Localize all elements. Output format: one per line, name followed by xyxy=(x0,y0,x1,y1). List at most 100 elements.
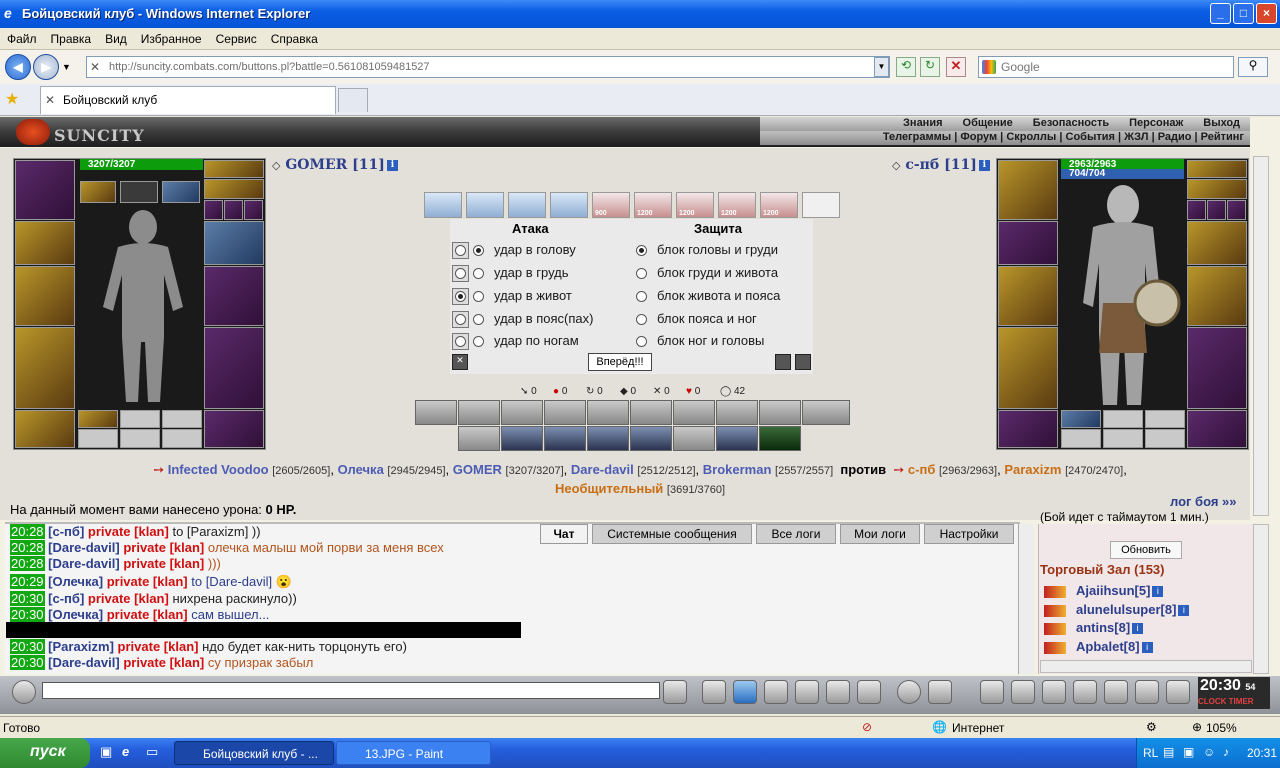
rune-slot-1[interactable] xyxy=(204,160,264,178)
page-scrollbar[interactable] xyxy=(1253,156,1269,516)
attack-radio[interactable] xyxy=(473,314,484,326)
chat-time[interactable]: 20:30 xyxy=(10,591,45,606)
volume-icon[interactable]: ♪ xyxy=(1223,745,1229,759)
quest-icon[interactable] xyxy=(1011,680,1035,704)
participant-name[interactable]: GOMER xyxy=(453,462,502,477)
nav-knowledge[interactable]: Знания xyxy=(903,117,942,129)
participant-name[interactable]: с-пб xyxy=(908,462,935,477)
skill-slot[interactable] xyxy=(673,400,715,425)
heal-scroll-4[interactable]: 1200 xyxy=(718,192,756,218)
participant-name[interactable]: Олечка xyxy=(338,462,384,477)
chat-private[interactable]: private [klan] xyxy=(88,524,169,539)
tab-active[interactable]: ✕ Бойцовский клуб xyxy=(40,86,336,114)
attack-radio[interactable] xyxy=(473,268,484,280)
game-nav-secondary[interactable]: Телеграммы | Форум | Скроллы | События |… xyxy=(760,131,1250,145)
enemy-belt-slot[interactable] xyxy=(998,410,1058,448)
shield-skill-slot[interactable] xyxy=(544,426,586,451)
refresh-battle-icon[interactable] xyxy=(775,354,791,370)
chat-private[interactable]: private [klan] xyxy=(123,655,204,670)
attack-checkbox[interactable] xyxy=(452,311,469,329)
sound-icon[interactable] xyxy=(857,680,881,704)
chat-scrollbar[interactable] xyxy=(1018,524,1034,674)
pocket-slot-1[interactable] xyxy=(78,410,118,428)
user-name[interactable]: Ajaiihsun[5] xyxy=(1076,583,1150,598)
enemy-rune-slot-2[interactable] xyxy=(1187,179,1247,199)
chat-private[interactable]: private [klan] xyxy=(118,639,199,654)
chat-private[interactable]: private [klan] xyxy=(123,540,204,555)
tray-app-icon[interactable]: ▣ xyxy=(1183,745,1194,759)
network-icon[interactable]: ▤ xyxy=(1163,745,1174,759)
taskbar-paint-window[interactable]: 13.JPG - Paint xyxy=(336,741,491,765)
language-indicator[interactable]: RL xyxy=(1143,746,1158,760)
shield-skill-slot[interactable] xyxy=(501,426,543,451)
maximize-button[interactable]: □ xyxy=(1233,3,1254,24)
skill-slot[interactable] xyxy=(673,426,715,451)
send-icon[interactable] xyxy=(663,680,687,704)
amulet-slot[interactable] xyxy=(80,181,116,203)
user-info-icon[interactable]: i xyxy=(1141,642,1153,654)
chat-time[interactable]: 20:30 xyxy=(10,639,45,654)
taskbar-ie-window[interactable]: Бойцовский клуб - ... xyxy=(174,741,334,765)
heal-scroll-3[interactable]: 1200 xyxy=(676,192,714,218)
skill-slot[interactable] xyxy=(716,400,758,425)
user-row[interactable]: Apbalet[8] i xyxy=(1044,639,1153,654)
bank-icon[interactable] xyxy=(1104,680,1128,704)
attack-radio[interactable] xyxy=(473,245,484,257)
chat-time[interactable]: 20:28 xyxy=(10,556,45,571)
participant-name[interactable]: Необщительный xyxy=(555,481,663,496)
armor-slot[interactable] xyxy=(15,327,75,409)
attack-row-waist[interactable]: удар в пояс(пах) xyxy=(452,311,593,329)
smiley-icon[interactable] xyxy=(897,680,921,704)
skill-slot[interactable] xyxy=(458,426,500,451)
auto-battle-icon[interactable] xyxy=(795,354,811,370)
skill-slot[interactable] xyxy=(544,400,586,425)
clear-icon[interactable] xyxy=(702,680,726,704)
skill-slot[interactable] xyxy=(587,400,629,425)
enemy-pants-slot[interactable] xyxy=(1187,327,1247,409)
enemy-info-icon[interactable]: i xyxy=(978,159,990,171)
attack-checkbox[interactable] xyxy=(452,288,469,306)
chat-time[interactable]: 20:29 xyxy=(10,574,45,589)
gloves-slot[interactable] xyxy=(204,221,264,265)
pocket-slot-6[interactable] xyxy=(162,429,202,448)
chat-time[interactable]: 20:30 xyxy=(10,655,45,670)
pocket-slot-4[interactable] xyxy=(78,429,118,448)
fight-icon[interactable] xyxy=(1044,585,1066,598)
participant-name[interactable]: Brokerman xyxy=(703,462,772,477)
attack-row-head[interactable]: удар в голову xyxy=(452,242,576,260)
menu-edit[interactable]: Правка xyxy=(44,28,99,50)
defense-row-2[interactable]: блок груди и живота xyxy=(636,265,778,280)
user-row[interactable]: alunelulsuper[8] i xyxy=(1044,602,1190,617)
enemy-helmet-slot[interactable] xyxy=(998,160,1058,220)
green-skill-slot[interactable] xyxy=(759,426,801,451)
enemy-gloves-slot[interactable] xyxy=(1187,221,1247,265)
skill-slot[interactable] xyxy=(501,400,543,425)
enemy-pocket-slot-6[interactable] xyxy=(1145,429,1185,448)
popup-blocked-icon[interactable]: ⊘ xyxy=(862,720,872,734)
filter-icon[interactable] xyxy=(733,680,757,704)
player-name[interactable]: ◇ GOMER [11] i xyxy=(272,157,398,173)
attack-row-legs[interactable]: удар по ногам xyxy=(452,333,579,351)
shield-skill-slot[interactable] xyxy=(630,426,672,451)
user-row[interactable]: antins[8] i xyxy=(1044,620,1144,635)
zoom-icon[interactable]: ⊕ xyxy=(1192,720,1202,734)
chat-private[interactable]: private [klan] xyxy=(107,607,188,622)
address-input[interactable]: http://suncity.combats.com/buttons.pl?ba… xyxy=(86,56,890,78)
ring-slot-2[interactable] xyxy=(224,200,243,220)
boots-slot[interactable] xyxy=(204,410,264,448)
scroll-slot-4[interactable] xyxy=(550,192,588,218)
player-info-icon[interactable]: i xyxy=(386,159,398,171)
menu-help[interactable]: Справка xyxy=(264,28,325,50)
defense-radio[interactable] xyxy=(636,268,647,280)
defense-row-1[interactable]: блок головы и груди xyxy=(636,242,778,257)
enemy-boots-slot[interactable] xyxy=(1187,410,1247,448)
refresh-icon[interactable]: ↻ xyxy=(920,57,940,77)
new-tab-button[interactable] xyxy=(338,88,368,112)
weapon-slot[interactable] xyxy=(15,266,75,326)
participant-name[interactable]: Paraxizm xyxy=(1004,462,1061,477)
pants-slot[interactable] xyxy=(204,327,264,409)
skill-slot[interactable] xyxy=(802,400,850,425)
user-name[interactable]: antins[8] xyxy=(1076,620,1130,635)
tray-clock[interactable]: 20:31 xyxy=(1247,746,1277,760)
enemy-pocket-slot-3[interactable] xyxy=(1145,410,1185,428)
